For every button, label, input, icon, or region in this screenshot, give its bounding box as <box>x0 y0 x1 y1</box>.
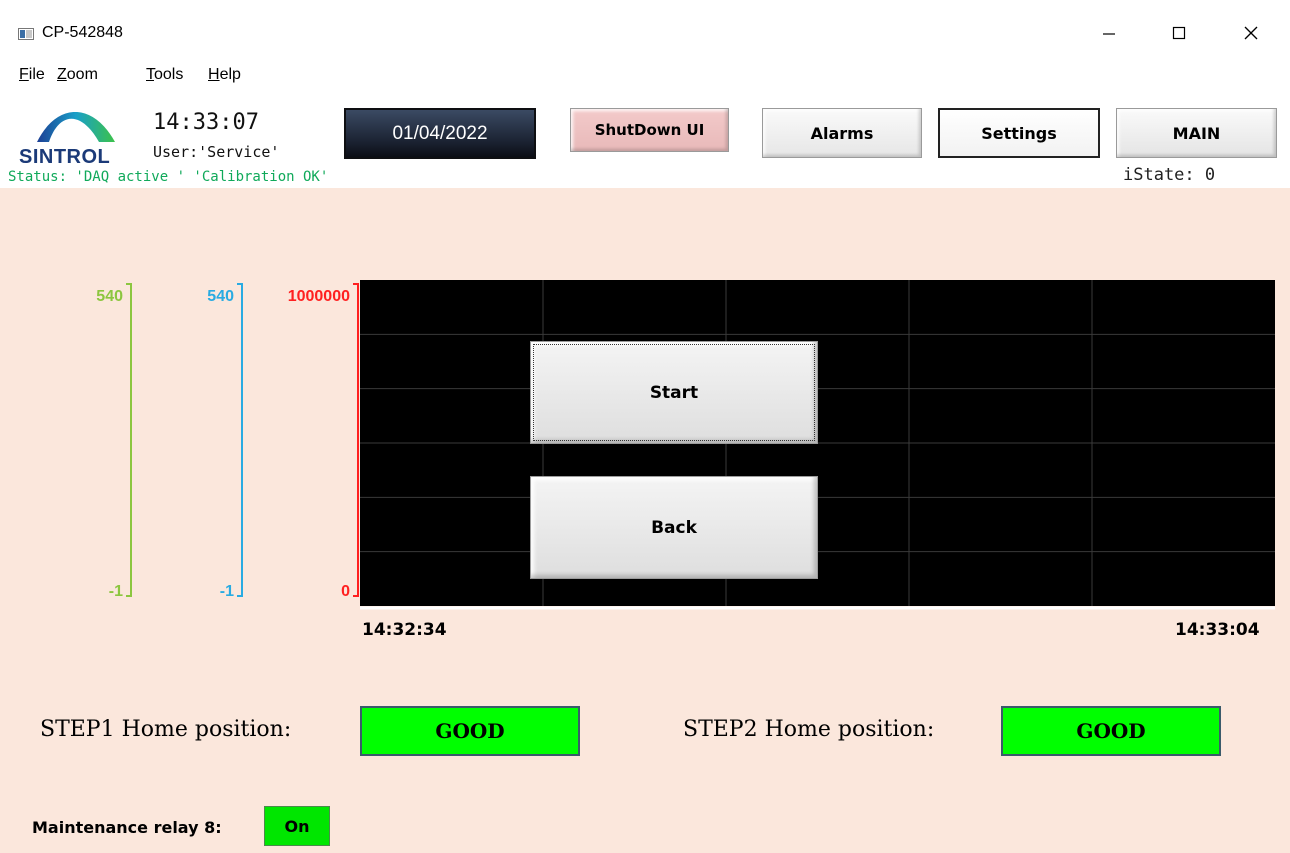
y-axis-2-max-label: 540 <box>207 288 234 305</box>
menu-help[interactable]: Help <box>208 66 241 84</box>
header-panel: SINTROL 14:33:07 User:'Service' 01/04/20… <box>0 90 1290 188</box>
menu-bar: File Zoom Tools Help <box>0 62 1290 90</box>
main-button[interactable]: MAIN <box>1116 108 1277 158</box>
step1-home-status: GOOD <box>360 706 580 756</box>
main-area: 540 -1 540 -1 1000000 0 Start Back 14:32:34 1… <box>0 188 1290 853</box>
step2-home-status: GOOD <box>1001 706 1221 756</box>
maximize-button[interactable] <box>1156 10 1202 56</box>
menu-zoom[interactable]: Zoom <box>57 66 98 84</box>
step2-home-label: STEP2 Home position: <box>683 717 935 742</box>
alarms-button[interactable]: Alarms <box>762 108 922 158</box>
clock-time: 14:33:07 <box>153 110 259 135</box>
y-axis-3-max-label: 1000000 <box>288 288 350 305</box>
logo-swoosh-icon <box>37 112 115 142</box>
menu-file[interactable]: File <box>19 66 45 84</box>
minimize-icon <box>1103 33 1115 35</box>
maintenance-relay-toggle[interactable]: On <box>264 806 330 846</box>
app-window-icon <box>18 28 34 40</box>
x-tick-start: 14:32:34 <box>362 620 447 640</box>
y-axis-1-min-label: -1 <box>109 583 123 600</box>
user-label: User:'Service' <box>153 143 280 161</box>
y-axis-line-3 <box>353 283 359 597</box>
back-button[interactable]: Back <box>530 476 818 579</box>
maintenance-relay-label: Maintenance relay 8: <box>32 818 222 837</box>
close-icon <box>1244 26 1258 40</box>
x-tick-end: 14:33:04 <box>1175 620 1260 640</box>
start-button[interactable]: Start <box>530 341 818 444</box>
shutdown-ui-button[interactable]: ShutDown UI <box>570 108 729 152</box>
settings-button[interactable]: Settings <box>938 108 1100 158</box>
step1-home-label: STEP1 Home position: <box>40 717 292 742</box>
y-axis-1-max-label: 540 <box>96 288 123 305</box>
date-display: 01/04/2022 <box>344 108 536 159</box>
maximize-icon <box>1172 26 1186 40</box>
y-axis-2-min-label: -1 <box>220 583 234 600</box>
y-axis-3-min-label: 0 <box>341 583 350 600</box>
window-title: CP-542848 <box>42 24 123 41</box>
sintrol-logo: SINTROL <box>19 108 139 168</box>
minimize-button[interactable] <box>1086 10 1132 56</box>
y-axis-line-2 <box>237 283 243 597</box>
title-bar: CP-542848 <box>0 0 1290 62</box>
logo-text: SINTROL <box>19 146 111 168</box>
menu-tools[interactable]: Tools <box>146 66 183 84</box>
y-axis-line-1 <box>126 283 132 597</box>
istate-label: iState: 0 <box>1123 165 1216 185</box>
status-text: Status: 'DAQ active ' 'Calibration OK' <box>8 169 329 185</box>
close-button[interactable] <box>1228 10 1274 56</box>
